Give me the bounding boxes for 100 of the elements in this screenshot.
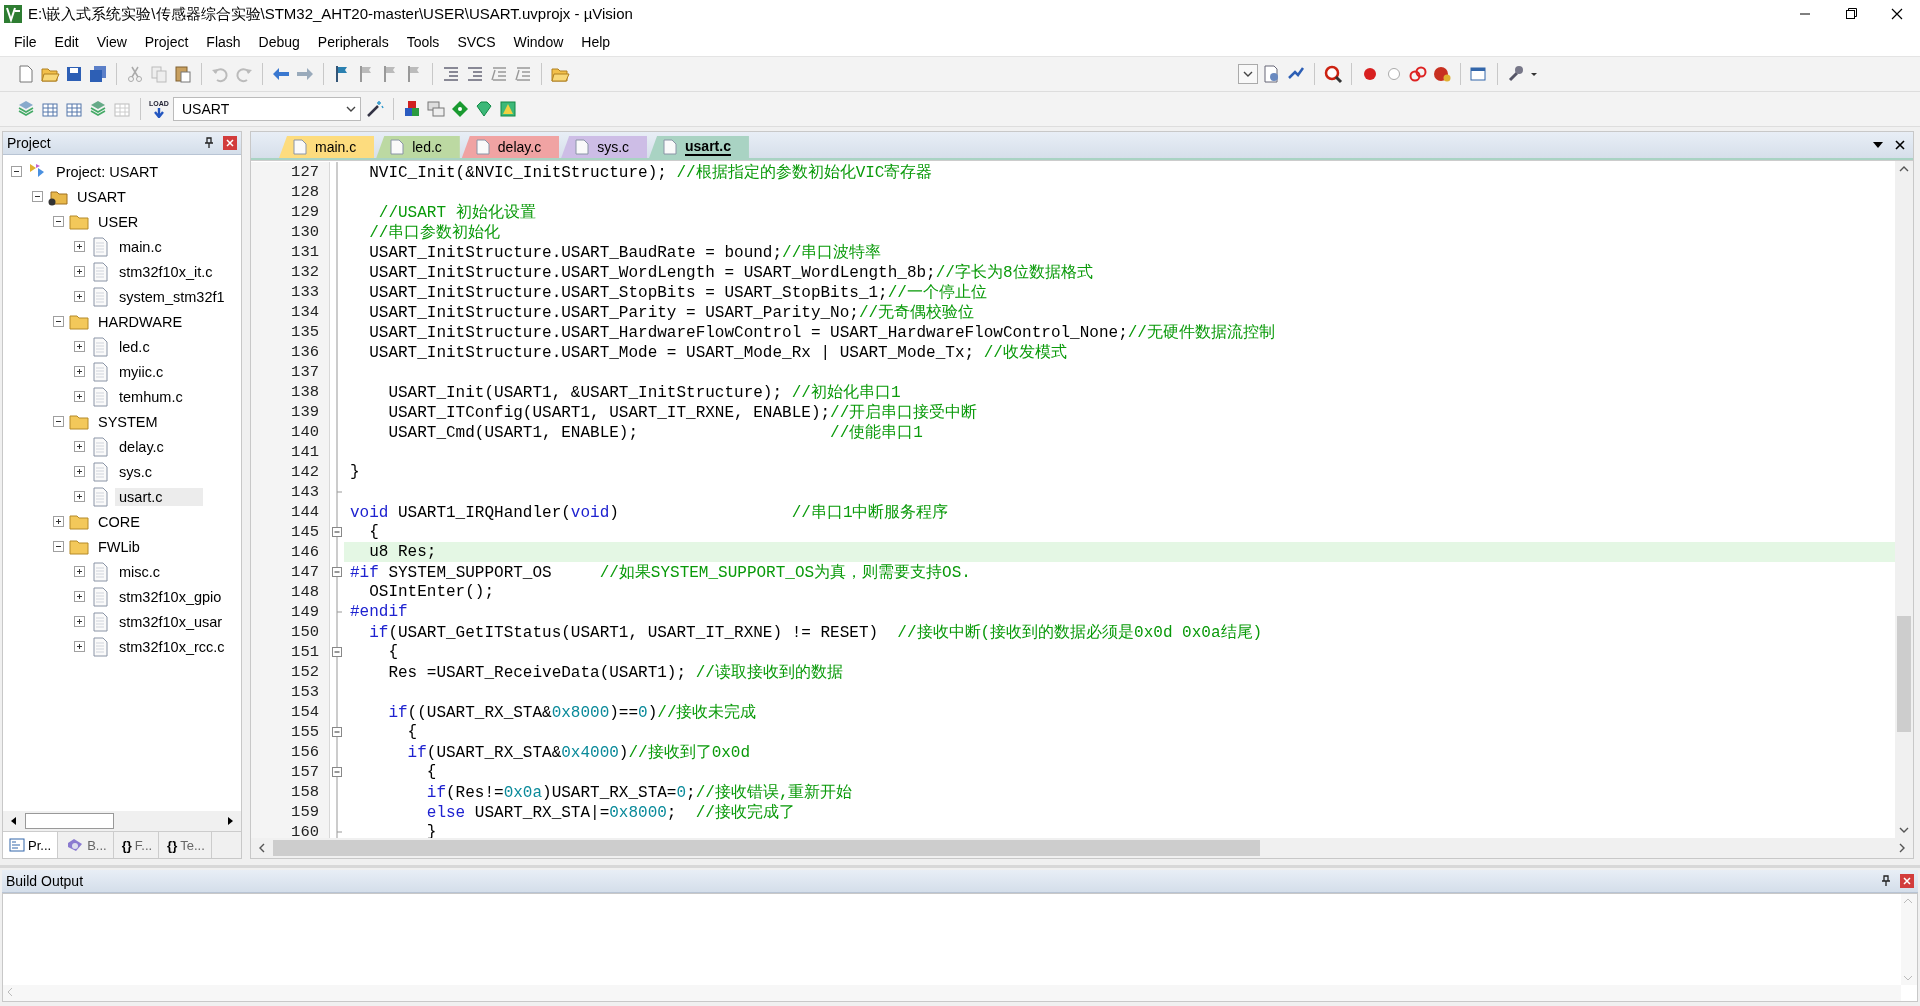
tree-item[interactable]: stm32f10x_rcc.c (115, 637, 229, 656)
menu-item[interactable]: File (6, 32, 45, 52)
expand-icon[interactable] (74, 441, 85, 452)
tree-item[interactable]: stm32f10x_usar (115, 612, 227, 631)
stack-icon[interactable] (16, 99, 36, 119)
tree-item[interactable]: Project: USART (52, 162, 163, 181)
tree-item[interactable]: USER (94, 212, 143, 231)
list-icon (9, 838, 25, 852)
expand-icon[interactable] (74, 591, 85, 602)
expand-icon[interactable] (74, 241, 85, 252)
collapse-icon[interactable] (53, 216, 64, 227)
code-line: USART_InitStructure.USART_WordLength = USART_WordLength_8b;//字长为8位数据格式 (368, 262, 1093, 283)
tree-item[interactable]: main.c (115, 237, 166, 256)
scrollbar-thumb[interactable] (1897, 615, 1911, 732)
menu-item[interactable]: Debug (250, 32, 308, 52)
code-line: { (406, 723, 418, 741)
panel-tab[interactable]: {} F... (115, 832, 160, 858)
code-line: OSIntEnter(); (368, 583, 495, 601)
window-icon[interactable] (1469, 64, 1489, 84)
tree-item[interactable]: sys.c (115, 462, 157, 481)
tree-item[interactable]: delay.c (115, 437, 168, 456)
tree-item[interactable]: stm32f10x_it.c (115, 262, 217, 281)
menu-item[interactable]: Window (505, 32, 572, 52)
expand-icon[interactable] (74, 366, 85, 377)
close-button[interactable] (1900, 874, 1914, 888)
file-tab[interactable]: sys.c (561, 136, 648, 158)
menu-item[interactable]: Tools (398, 32, 448, 52)
expand-icon[interactable] (74, 616, 85, 627)
line-number: 145 (251, 522, 330, 542)
tree-item[interactable]: temhum.c (115, 387, 187, 406)
scrollbar-thumb[interactable] (25, 813, 115, 829)
tree-item[interactable]: stm32f10x_gpio (115, 587, 226, 606)
blocks-icon[interactable] (402, 99, 422, 119)
line-number: 131 (251, 242, 330, 262)
code-line: //USART 初始化设置 (377, 202, 536, 223)
save-all-icon[interactable] (88, 64, 108, 84)
collapse-icon[interactable] (11, 166, 22, 177)
save-icon[interactable] (64, 64, 84, 84)
line-number: 149 (251, 602, 330, 622)
expand-icon[interactable] (74, 341, 85, 352)
expand-icon[interactable] (74, 641, 85, 652)
gem-icon[interactable] (498, 99, 518, 119)
tree-item[interactable]: misc.c (115, 562, 165, 581)
tree-item[interactable]: HARDWARE (94, 312, 187, 331)
close-button[interactable] (223, 136, 237, 150)
menu-item[interactable]: Help (573, 32, 619, 52)
file-tab[interactable]: led.c (376, 136, 460, 158)
indent-icon[interactable] (465, 64, 485, 84)
line-number: 132 (251, 262, 330, 282)
pin-icon[interactable] (203, 137, 215, 149)
scrollbar-thumb[interactable] (273, 840, 1260, 856)
pin-icon[interactable] (1880, 875, 1892, 887)
tree-item[interactable]: FWLib (94, 537, 144, 556)
tree-item[interactable]: usart.c (115, 487, 203, 506)
paste-icon[interactable] (173, 64, 193, 84)
collapse-icon[interactable] (53, 316, 64, 327)
blob-icon[interactable] (1432, 64, 1452, 84)
close-icon[interactable] (1893, 138, 1907, 152)
expand-icon[interactable] (74, 391, 85, 402)
menu-item[interactable]: Peripherals (309, 32, 397, 52)
file-tab[interactable]: delay.c (461, 136, 560, 158)
tree-item[interactable]: USART (73, 187, 130, 206)
collapse-icon[interactable] (53, 416, 64, 427)
expand-icon[interactable] (53, 516, 64, 527)
expand-icon[interactable] (74, 466, 85, 477)
panel-tab[interactable]: B... (60, 832, 114, 858)
code-line: { (425, 763, 437, 781)
menu-item[interactable]: View (88, 32, 135, 52)
tree-item[interactable]: system_stm32f1 (115, 287, 229, 306)
file-tab[interactable]: main.c (279, 136, 375, 158)
diamond-icon[interactable] (450, 99, 470, 119)
file-tab[interactable]: usart.c (649, 136, 749, 158)
line-number: 151 (251, 642, 330, 662)
expand-icon[interactable] (74, 291, 85, 302)
line-number: 147 (251, 562, 330, 582)
target-dropdown[interactable]: USART (173, 97, 361, 121)
line-number: 127 (251, 162, 330, 182)
rings-icon[interactable] (1408, 64, 1428, 84)
gem-icon[interactable] (474, 99, 494, 119)
layers-icon[interactable] (88, 99, 108, 119)
collapse-icon[interactable] (32, 191, 43, 202)
windows-icon[interactable] (426, 99, 446, 119)
menu-item[interactable]: Project (136, 32, 197, 52)
wand-icon[interactable] (365, 99, 385, 119)
tree-item[interactable]: led.c (115, 337, 154, 356)
dropdown-field[interactable] (1238, 64, 1258, 84)
indent-icon[interactable] (441, 64, 461, 84)
menu-item[interactable]: Edit (46, 32, 87, 52)
menu-item[interactable]: SVCS (449, 32, 504, 52)
tree-item[interactable]: myiic.c (115, 362, 168, 381)
collapse-icon[interactable] (53, 541, 64, 552)
magnifier-icon[interactable] (1323, 64, 1343, 84)
menu-item[interactable]: Flash (198, 32, 249, 52)
expand-icon[interactable] (74, 491, 85, 502)
panel-tab[interactable]: {} Te... (161, 832, 212, 858)
tree-item[interactable]: SYSTEM (94, 412, 162, 431)
panel-tab[interactable]: Pr... (3, 832, 59, 858)
expand-icon[interactable] (74, 566, 85, 577)
expand-icon[interactable] (74, 266, 85, 277)
tree-item[interactable]: CORE (94, 512, 144, 531)
